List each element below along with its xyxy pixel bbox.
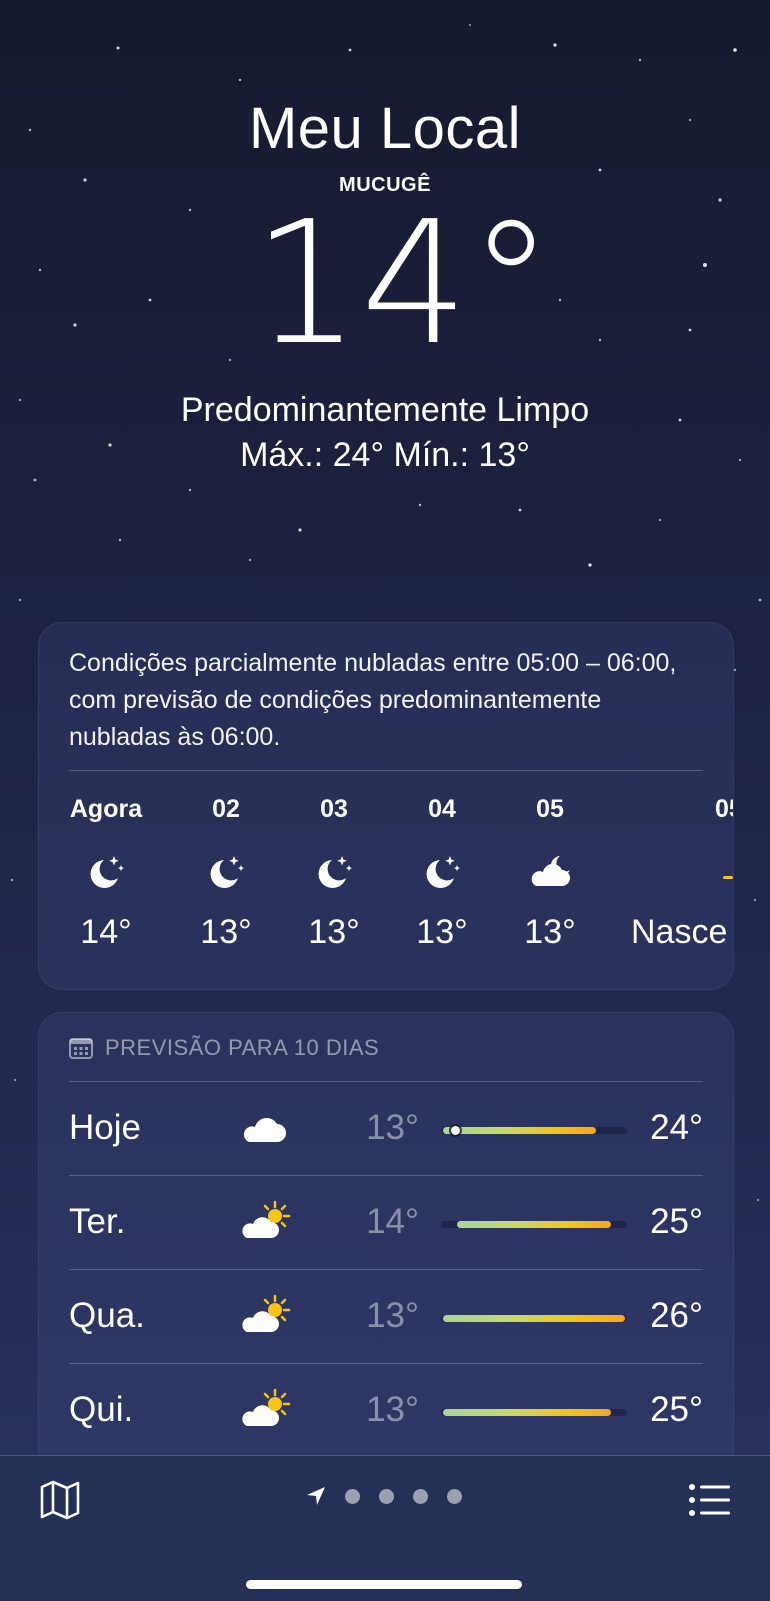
partly-sunny-icon	[239, 1294, 295, 1343]
current-temperature: 14°	[252, 185, 554, 383]
sunrise-icon	[631, 847, 733, 897]
day-label: Qui.	[69, 1390, 134, 1429]
current-weather-header: Meu Local MUCUGÊ 14° Predominantemente L…	[0, 100, 770, 475]
low-temperature: 13°	[366, 1108, 419, 1147]
high-low-temperature: Máx.: 24° Mín.: 13°	[240, 436, 530, 474]
temperature-range-fill	[443, 1315, 625, 1322]
location-arrow-icon	[307, 1487, 325, 1505]
calendar-icon	[69, 1038, 93, 1059]
low-temperature: 13°	[366, 1390, 419, 1429]
hour-temperature: 14°	[80, 913, 132, 951]
hour-item: 03 13°	[279, 795, 389, 952]
page-dot[interactable]	[447, 1488, 462, 1504]
page-dot[interactable]	[345, 1488, 360, 1504]
low-temperature: 14°	[366, 1202, 419, 1241]
temperature-range-fill	[443, 1409, 611, 1416]
day-label: Hoje	[69, 1108, 141, 1147]
daily-row[interactable]: Qui. 13° 25°	[69, 1363, 703, 1457]
hour-item: Agora 14°	[51, 795, 161, 952]
page-dot[interactable]	[379, 1488, 394, 1504]
cloud-icon	[239, 1106, 289, 1155]
moon-stars-icon	[387, 847, 497, 897]
high-temperature: 24°	[650, 1108, 703, 1147]
hour-time: Agora	[69, 795, 143, 823]
high-temperature: 26°	[650, 1296, 703, 1335]
partly-sunny-icon	[239, 1388, 295, 1437]
temperature-range-bar	[441, 1126, 627, 1135]
location-title: Meu Local	[248, 96, 522, 161]
ten-day-title: PREVISÃO PARA 10 DIAS	[105, 1035, 380, 1060]
page-dot[interactable]	[413, 1488, 428, 1504]
hour-temperature: Nasce	[631, 913, 728, 951]
cloud-moon-icon	[495, 847, 605, 897]
home-indicator[interactable]	[246, 1580, 522, 1589]
page-indicator[interactable]	[306, 1486, 462, 1506]
list-icon[interactable]	[688, 1480, 732, 1525]
current-condition: Predominantemente Limpo	[180, 391, 590, 429]
bottom-toolbar	[0, 1455, 770, 1601]
day-label: Qua.	[69, 1296, 145, 1335]
hour-time: 03	[320, 795, 348, 823]
moon-stars-icon	[51, 847, 161, 897]
map-icon[interactable]	[38, 1478, 82, 1527]
moon-stars-icon	[279, 847, 389, 897]
hour-item: 02 13°	[171, 795, 281, 952]
hourly-list[interactable]: Agora 14° 02 13° 03 13° 04 13° 05 13° 0 …	[39, 771, 733, 971]
hour-temperature: 13°	[308, 913, 360, 951]
low-temperature: 13°	[366, 1296, 419, 1335]
hour-item: 05 13°	[495, 795, 605, 952]
hourly-forecast-card[interactable]: Condições parcialmente nubladas entre 05…	[38, 622, 734, 990]
hour-time: 04	[428, 795, 456, 823]
high-temperature: 25°	[650, 1390, 703, 1429]
hour-temperature: 13°	[524, 913, 576, 951]
hour-temperature: 13°	[200, 913, 252, 951]
hour-time: 05	[536, 795, 564, 823]
hour-temperature: 13°	[416, 913, 468, 951]
hour-time: 05:	[715, 795, 733, 823]
ten-day-forecast-card[interactable]: PREVISÃO PARA 10 DIAS Hoje 13° 24° Ter. …	[38, 1012, 734, 1474]
temperature-range-bar	[441, 1221, 627, 1228]
forecast-summary: Condições parcialmente nubladas entre 05…	[69, 649, 677, 751]
temperature-range-bar	[441, 1315, 627, 1322]
temperature-range-fill	[457, 1221, 611, 1228]
temperature-range-fill	[443, 1127, 597, 1134]
hour-item: 05: Nasce	[631, 795, 733, 952]
daily-list: Hoje 13° 24° Ter. 14° 25° Qua. 13° 26° Q…	[39, 1081, 733, 1457]
hour-time: 02	[212, 795, 240, 823]
ten-day-header: PREVISÃO PARA 10 DIAS	[39, 1013, 733, 1061]
daily-row[interactable]: Hoje 13° 24°	[69, 1081, 703, 1175]
moon-stars-icon	[171, 847, 281, 897]
hour-item: 04 13°	[387, 795, 497, 952]
daily-row[interactable]: Qua. 13° 26°	[69, 1269, 703, 1363]
partly-sunny-icon	[239, 1200, 295, 1249]
daily-row[interactable]: Ter. 14° 25°	[69, 1175, 703, 1269]
temperature-range-bar	[441, 1409, 627, 1416]
day-label: Ter.	[69, 1202, 126, 1241]
high-temperature: 25°	[650, 1202, 703, 1241]
